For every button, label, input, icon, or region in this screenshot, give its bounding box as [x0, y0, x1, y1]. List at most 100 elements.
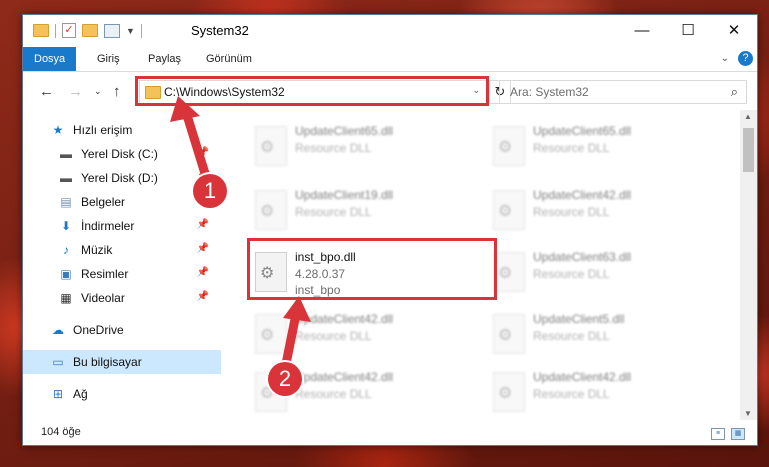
file-description: Resource DLL — [295, 205, 372, 219]
minimize-button[interactable]: — — [619, 15, 665, 47]
file-item[interactable]: ⚙ UpdateClient42.dll Resource DLL — [249, 310, 469, 370]
file-item[interactable]: ⚙ UpdateClient42.dll Resource DLL — [487, 368, 707, 420]
file-item[interactable]: ⚙ UpdateClient42.dll Resource DLL — [487, 186, 707, 246]
documents-icon: ▤ — [60, 195, 72, 209]
forward-arrow-icon[interactable]: → — [68, 83, 83, 100]
nav-item-drive-c[interactable]: ▬ Yerel Disk (C:) 📌 — [23, 142, 221, 166]
scroll-down-icon[interactable]: ▼ — [744, 409, 752, 418]
nav-item-videos[interactable]: ▦ Videolar 📌 — [23, 286, 221, 310]
music-icon: ♪ — [63, 243, 69, 257]
dll-file-icon: ⚙ — [493, 126, 525, 166]
expand-ribbon-icon[interactable]: ⌄ — [721, 53, 729, 64]
back-arrow-icon[interactable]: ← — [39, 83, 54, 100]
cloud-icon: ☁ — [52, 323, 64, 337]
pin-icon[interactable]: 📌 — [197, 291, 209, 302]
file-name: UpdateClient42.dll — [295, 370, 394, 384]
file-description: Resource DLL — [533, 141, 610, 155]
file-item[interactable]: ⚙ UpdateClient19.dll Resource DLL — [249, 186, 469, 246]
nav-item-onedrive[interactable]: ☁ OneDrive — [23, 318, 221, 342]
tab-view[interactable]: Görünüm — [206, 47, 252, 71]
item-count: 104 öğe — [41, 426, 81, 438]
nav-item-quick-access[interactable]: ★ Hızlı erişim — [23, 118, 221, 142]
drive-icon: ▬ — [60, 171, 72, 185]
file-highlight-box — [247, 238, 497, 300]
file-description: Resource DLL — [295, 141, 372, 155]
nav-item-label: Yerel Disk (D:) — [81, 171, 158, 185]
nav-item-music[interactable]: ♪ Müzik 📌 — [23, 238, 221, 262]
step-2-badge: 2 — [268, 362, 302, 396]
tab-file[interactable]: Dosya — [23, 47, 77, 71]
file-name: UpdateClient65.dll — [533, 124, 632, 138]
pin-icon[interactable]: 📌 — [197, 219, 209, 230]
nav-item-pictures[interactable]: ▣ Resimler 📌 — [23, 262, 221, 286]
pin-icon[interactable]: 📌 — [197, 267, 209, 278]
step-1-badge: 1 — [193, 174, 227, 208]
folder-icon[interactable] — [33, 24, 49, 37]
new-folder-icon[interactable] — [82, 24, 98, 37]
help-button[interactable]: ? — [738, 51, 753, 66]
search-placeholder: Ara: System32 — [510, 85, 589, 99]
dll-file-icon: ⚙ — [255, 126, 287, 166]
up-arrow-icon[interactable]: ↑ — [113, 83, 121, 100]
status-bar: 104 öğe ≡ ▦ — [23, 420, 757, 445]
nav-item-this-pc[interactable]: ▭ Bu bilgisayar — [23, 350, 221, 374]
toolbar-separator — [140, 23, 142, 38]
file-item[interactable]: ⚙ UpdateClient65.dll Resource DLL — [487, 122, 707, 182]
properties-check-icon[interactable]: ✓ — [62, 23, 76, 38]
nav-item-drive-d[interactable]: ▬ Yerel Disk (D:) 📌 — [23, 166, 221, 190]
close-button[interactable]: ✕ — [711, 15, 757, 47]
nav-item-label: İndirmeler — [81, 219, 135, 233]
nav-item-label: Videolar — [81, 291, 125, 305]
nav-item-label: OneDrive — [73, 323, 124, 337]
file-name: UpdateClient42.dll — [295, 312, 394, 326]
customize-toolbar-dropdown[interactable]: ▼ — [126, 26, 135, 36]
tab-share[interactable]: Paylaş — [148, 47, 181, 71]
pin-icon[interactable]: 📌 — [197, 147, 209, 158]
nav-item-downloads[interactable]: ⬇ İndirmeler 📌 — [23, 214, 221, 238]
file-item[interactable]: ⚙ UpdateClient65.dll Resource DLL — [249, 122, 469, 182]
drive-icon: ▬ — [60, 147, 72, 161]
tab-home[interactable]: Giriş — [97, 47, 120, 71]
file-item[interactable]: ⚙ UpdateClient63.dll Resource DLL — [487, 248, 707, 308]
nav-item-label: Müzik — [81, 243, 113, 257]
search-box[interactable]: Ara: System32 ⌕ — [499, 80, 747, 104]
nav-item-network[interactable]: ⊞ Ağ — [23, 382, 221, 406]
file-name: UpdateClient5.dll — [533, 312, 625, 326]
file-name: UpdateClient42.dll — [533, 188, 632, 202]
download-icon: ⬇ — [60, 219, 72, 233]
scroll-up-icon[interactable]: ▲ — [744, 112, 752, 121]
nav-item-label: Resimler — [81, 267, 129, 281]
nav-item-documents[interactable]: ▤ Belgeler 📌 — [23, 190, 221, 214]
search-icon[interactable]: ⌕ — [731, 84, 738, 100]
window-title: System32 — [191, 23, 249, 38]
title-bar: ✓ ▼ System32 — ☐ ✕ — [23, 15, 757, 47]
address-row: ← → ⌄ ↑ C:\Windows\System32 ⌄ ↻ Ara: Sys… — [23, 72, 757, 110]
file-description: Resource DLL — [533, 387, 610, 401]
ribbon-tabs: Dosya Giriş Paylaş Görünüm ⌄ ? — [23, 47, 757, 72]
computer-icon: ▭ — [52, 355, 64, 369]
address-highlight-box — [135, 76, 489, 106]
file-name: UpdateClient19.dll — [295, 188, 394, 202]
vertical-scrollbar[interactable]: ▲ ▼ — [740, 110, 757, 420]
star-icon: ★ — [52, 123, 64, 137]
maximize-button[interactable]: ☐ — [665, 15, 711, 47]
toolbar-separator — [55, 23, 56, 38]
pin-icon[interactable]: 📌 — [197, 243, 209, 254]
dll-file-icon: ⚙ — [255, 314, 287, 354]
dll-file-icon: ⚙ — [493, 314, 525, 354]
file-description: Resource DLL — [533, 329, 610, 343]
details-view-icon[interactable]: ≡ — [711, 428, 725, 440]
file-explorer-window: ✓ ▼ System32 — ☐ ✕ Dosya Giriş Paylaş Gö… — [22, 14, 758, 446]
properties-icon[interactable] — [104, 23, 120, 38]
dll-file-icon: ⚙ — [493, 190, 525, 230]
dll-file-icon: ⚙ — [493, 252, 525, 292]
scrollbar-thumb[interactable] — [743, 128, 754, 172]
file-description: Resource DLL — [295, 387, 372, 401]
large-icons-view-icon[interactable]: ▦ — [731, 428, 745, 440]
recent-locations-dropdown-icon[interactable]: ⌄ — [94, 86, 102, 97]
navigation-pane: ★ Hızlı erişim ▬ Yerel Disk (C:) 📌 ▬ Yer… — [23, 110, 221, 410]
network-icon: ⊞ — [52, 387, 64, 401]
nav-item-label: Bu bilgisayar — [73, 355, 142, 369]
file-name: UpdateClient42.dll — [533, 370, 632, 384]
file-item[interactable]: ⚙ UpdateClient5.dll Resource DLL — [487, 310, 707, 370]
